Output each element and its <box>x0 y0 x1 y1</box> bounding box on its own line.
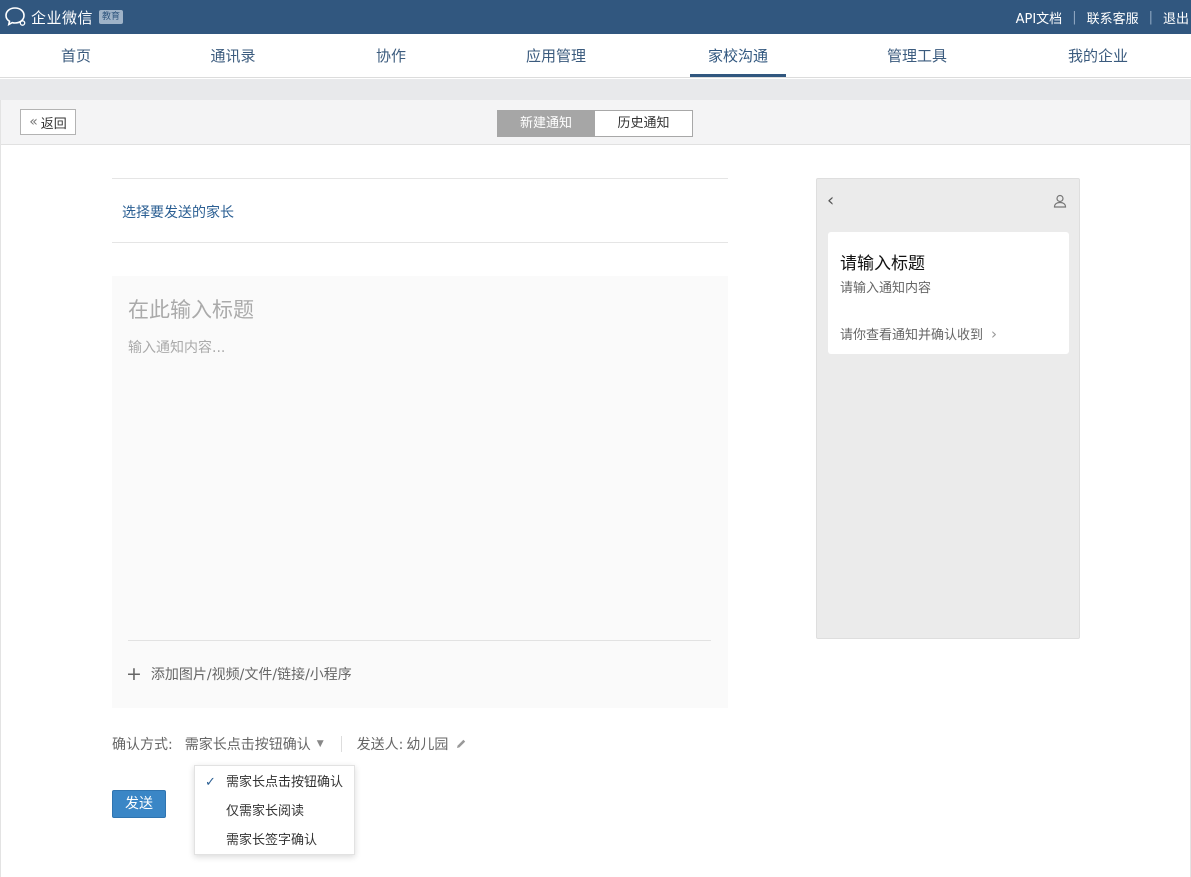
tab-new-notice[interactable]: 新建通知 <box>497 110 595 137</box>
active-nav-indicator <box>690 74 786 77</box>
preview-title: 请输入标题 <box>840 254 925 274</box>
api-docs-link[interactable]: API文档 <box>1006 8 1073 27</box>
check-icon: ✓ <box>205 775 216 790</box>
confirm-row: 确认方式: 需家长点击按钮确认 ▼ 发送人: 幼儿园 <box>112 734 467 754</box>
sender-label: 发送人: <box>356 737 404 753</box>
nav-item-my-company[interactable]: 我的企业 <box>1058 34 1138 78</box>
confirm-method-select[interactable]: 需家长点击按钮确认 ▼ <box>185 734 324 754</box>
user-icon <box>1053 194 1067 208</box>
chevron-right-icon: › <box>991 324 998 343</box>
plus-icon: + <box>126 662 142 685</box>
title-input[interactable]: 在此输入标题 <box>128 294 254 324</box>
main-nav: 首页 通讯录 协作 应用管理 家校沟通 管理工具 我的企业 <box>0 34 1191 78</box>
pencil-icon[interactable] <box>455 738 467 750</box>
top-bar: 企业微信 教育 API文档 | 联系客服 | 退出 <box>0 0 1191 34</box>
back-button[interactable]: « 返回 <box>20 109 76 135</box>
divider <box>340 736 342 752</box>
divider <box>112 242 728 243</box>
nav-item-contacts[interactable]: 通讯录 <box>193 34 273 78</box>
double-chevron-left-icon: « <box>29 114 38 130</box>
page-gutter <box>0 79 1191 100</box>
tab-history-notice[interactable]: 历史通知 <box>595 110 693 137</box>
mobile-preview: ‹ 请输入标题 请输入通知内容 请你查看通知并确认收到 › <box>816 178 1080 639</box>
preview-footer: 请你查看通知并确认收到 › <box>840 324 998 344</box>
logo-badge: 教育 <box>99 10 124 24</box>
add-attachment-button[interactable]: + 添加图片/视频/文件/链接/小程序 <box>126 664 352 684</box>
chevron-left-icon: ‹ <box>827 190 835 211</box>
select-parents-link[interactable]: 选择要发送的家长 <box>122 202 234 222</box>
nav-item-app-management[interactable]: 应用管理 <box>516 34 596 78</box>
sender-value: 幼儿园 <box>406 737 449 753</box>
preview-subtitle: 请输入通知内容 <box>840 281 932 296</box>
nav-item-home[interactable]: 首页 <box>36 34 116 78</box>
send-button[interactable]: 发送 <box>112 790 166 818</box>
notice-tabs: 新建通知 历史通知 <box>497 110 693 137</box>
divider <box>112 178 728 179</box>
logout-link[interactable]: 退出 <box>1153 8 1191 27</box>
dropdown-option-read-only[interactable]: 仅需家长阅读 <box>195 797 354 826</box>
option-label: 需家长签字确认 <box>226 833 318 848</box>
nav-item-home-school[interactable]: 家校沟通 <box>690 34 786 78</box>
option-label: 仅需家长阅读 <box>226 804 305 819</box>
preview-card: 请输入标题 请输入通知内容 请你查看通知并确认收到 › <box>828 232 1069 354</box>
confirm-method-dropdown: ✓ 需家长点击按钮确认 仅需家长阅读 需家长签字确认 <box>194 765 355 855</box>
confirm-method-value: 需家长点击按钮确认 <box>184 737 311 753</box>
top-links: API文档 | 联系客服 | 退出 <box>1006 0 1191 34</box>
contact-support-link[interactable]: 联系客服 <box>1077 8 1149 27</box>
notice-panel: « 返回 新建通知 历史通知 选择要发送的家长 在此输入标题 输入通知内容...… <box>0 100 1191 877</box>
nav-item-collaboration[interactable]: 协作 <box>351 34 431 78</box>
notice-editor: 在此输入标题 输入通知内容... + 添加图片/视频/文件/链接/小程序 <box>112 276 728 708</box>
preview-footer-text: 请你查看通知并确认收到 <box>840 328 984 343</box>
logo[interactable]: 企业微信 教育 <box>4 6 124 28</box>
back-button-label: 返回 <box>40 116 67 132</box>
wechat-work-icon <box>5 7 26 27</box>
logo-text: 企业微信 <box>31 8 94 27</box>
nav-item-admin-tools[interactable]: 管理工具 <box>877 34 957 78</box>
caret-down-icon: ▼ <box>316 739 324 749</box>
option-label: 需家长点击按钮确认 <box>226 775 344 790</box>
dropdown-option-button-confirm[interactable]: ✓ 需家长点击按钮确认 <box>195 768 354 797</box>
confirm-method-label: 确认方式: <box>112 737 173 753</box>
add-attachment-label: 添加图片/视频/文件/链接/小程序 <box>150 667 352 683</box>
content-input[interactable]: 输入通知内容... <box>128 337 225 357</box>
dropdown-option-signature-confirm[interactable]: 需家长签字确认 <box>195 826 354 855</box>
divider <box>128 640 711 641</box>
sub-header: « 返回 新建通知 历史通知 <box>1 100 1190 145</box>
